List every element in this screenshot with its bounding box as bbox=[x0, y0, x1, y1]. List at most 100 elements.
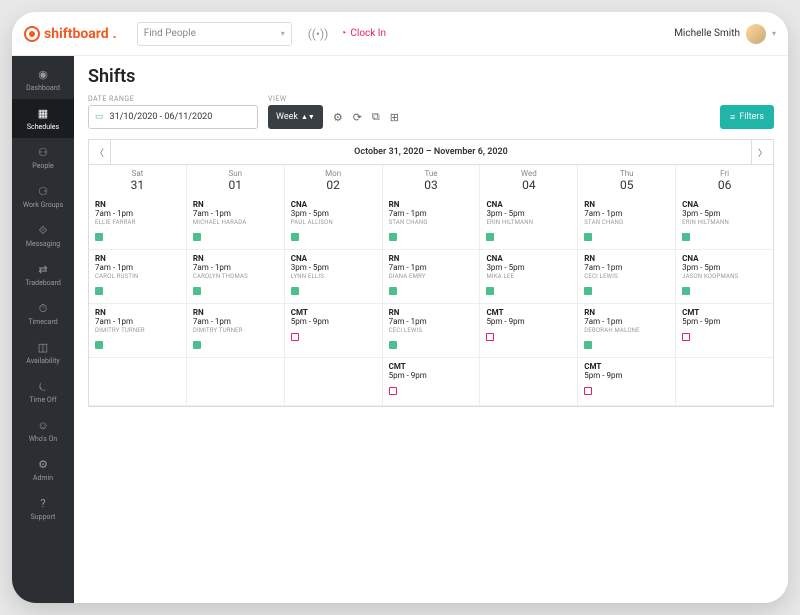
day-name: Thu bbox=[578, 169, 675, 178]
shift-cell[interactable]: CMT5pm - 9pm bbox=[285, 304, 383, 358]
status-badge bbox=[389, 341, 397, 349]
page-title: Shifts bbox=[88, 66, 774, 87]
shift-time: 5pm - 9pm bbox=[682, 317, 767, 326]
shift-cell[interactable]: CNA3pm - 5pmERIN HILTMANN bbox=[676, 196, 773, 250]
shift-cell[interactable]: RN7am - 1pmDIANA EMRY bbox=[383, 250, 481, 304]
shift-cell[interactable]: CMT5pm - 9pm bbox=[676, 304, 773, 358]
shift-time: 3pm - 5pm bbox=[291, 209, 376, 218]
shift-role: CMT bbox=[389, 362, 474, 371]
status-badge bbox=[486, 233, 494, 241]
shift-role: RN bbox=[95, 308, 180, 317]
filters-button[interactable]: ≡ Filters bbox=[720, 105, 774, 129]
nav-icon: ⏾ bbox=[36, 380, 50, 394]
day-name: Sun bbox=[187, 169, 284, 178]
sidebar-item-support[interactable]: ?Support bbox=[12, 489, 74, 528]
nav-icon: ⏱ bbox=[36, 302, 50, 316]
shift-cell[interactable]: CMT5pm - 9pm bbox=[480, 304, 578, 358]
shift-person: DEBORAH MALONE bbox=[584, 327, 669, 334]
shift-cell[interactable]: RN7am - 1pmDIMITRY TURNER bbox=[187, 304, 285, 358]
shift-person: DIMITRY TURNER bbox=[95, 327, 180, 334]
shift-cell[interactable]: RN7am - 1pmELLIE FARRAR bbox=[89, 196, 187, 250]
shift-cell[interactable]: RN7am - 1pmMICHAEL HARADA bbox=[187, 196, 285, 250]
grid-row: RN7am - 1pmELLIE FARRARRN7am - 1pmMICHAE… bbox=[89, 196, 773, 250]
sidebar-item-timecard[interactable]: ⏱Timecard bbox=[12, 294, 74, 333]
view-mode: Week bbox=[276, 112, 298, 122]
shift-cell[interactable]: RN7am - 1pmSTAN CHANG bbox=[578, 196, 676, 250]
nav-label: Tradeboard bbox=[25, 279, 61, 287]
sidebar-item-work-groups[interactable]: ⚆Work Groups bbox=[12, 177, 74, 216]
shift-time: 3pm - 5pm bbox=[682, 209, 767, 218]
nav-icon: ◉ bbox=[36, 68, 50, 82]
shift-cell bbox=[285, 358, 383, 406]
shift-cell bbox=[187, 358, 285, 406]
shift-role: RN bbox=[389, 200, 474, 209]
shift-time: 5pm - 9pm bbox=[291, 317, 376, 326]
sidebar-item-schedules[interactable]: ▦Schedules bbox=[12, 99, 74, 138]
refresh-icon[interactable]: ⟳ bbox=[353, 111, 362, 124]
sidebar-item-dashboard[interactable]: ◉Dashboard bbox=[12, 60, 74, 99]
day-column-header: Wed04 bbox=[480, 165, 578, 196]
day-column-header: Sat31 bbox=[89, 165, 187, 196]
shift-cell[interactable]: CMT5pm - 9pm bbox=[578, 358, 676, 406]
day-number: 05 bbox=[578, 178, 675, 192]
shift-person: CAROL RUSTIN bbox=[95, 273, 180, 280]
shift-time: 7am - 1pm bbox=[193, 317, 278, 326]
filters-label: Filters bbox=[739, 112, 764, 122]
logo[interactable]: shiftboard. bbox=[24, 26, 117, 42]
shift-person: DIMITRY TURNER bbox=[193, 327, 278, 334]
day-number: 02 bbox=[285, 178, 382, 192]
shift-time: 3pm - 5pm bbox=[486, 209, 571, 218]
nav-label: People bbox=[32, 162, 53, 170]
sidebar-item-who-s-on[interactable]: ☺Who's On bbox=[12, 411, 74, 450]
next-week-button[interactable]: 〉 bbox=[751, 140, 773, 164]
prev-week-button[interactable]: 〈 bbox=[89, 140, 111, 164]
shift-cell[interactable]: RN7am - 1pmDEBORAH MALONE bbox=[578, 304, 676, 358]
shift-cell[interactable]: RN7am - 1pmCAROL RUSTIN bbox=[89, 250, 187, 304]
calendar-icon: ▭ bbox=[95, 112, 104, 122]
shift-person: PAUL ALLISON bbox=[291, 219, 376, 226]
add-shift-icon[interactable]: ⊞ bbox=[390, 111, 399, 124]
sidebar-item-availability[interactable]: ◫Availability bbox=[12, 333, 74, 372]
shift-time: 5pm - 9pm bbox=[486, 317, 571, 326]
calendar-range: October 31, 2020 – November 6, 2020 bbox=[111, 147, 751, 157]
shift-cell[interactable]: RN7am - 1pmCECI LEWIS bbox=[578, 250, 676, 304]
shift-cell[interactable]: CNA3pm - 5pmLYNN ELLIS bbox=[285, 250, 383, 304]
sidebar-item-time-off[interactable]: ⏾Time Off bbox=[12, 372, 74, 411]
shift-person: LYNN ELLIS bbox=[291, 273, 376, 280]
shift-cell[interactable]: RN7am - 1pmDIMITRY TURNER bbox=[89, 304, 187, 358]
shift-cell[interactable]: CNA3pm - 5pmERIN HILTMANN bbox=[480, 196, 578, 250]
search-input[interactable]: Find People ▾ bbox=[137, 22, 292, 46]
date-range-input[interactable]: ▭ 31/10/2020 - 06/11/2020 bbox=[88, 105, 258, 129]
nav-icon: ☺ bbox=[36, 419, 50, 433]
shift-role: RN bbox=[389, 308, 474, 317]
view-selector[interactable]: Week ▲▼ bbox=[268, 105, 323, 129]
day-name: Tue bbox=[383, 169, 480, 178]
shift-cell[interactable]: RN7am - 1pmCAROLYN THOMAS bbox=[187, 250, 285, 304]
day-number: 04 bbox=[480, 178, 577, 192]
nav-icon: ? bbox=[36, 497, 50, 511]
shift-cell[interactable]: CNA3pm - 5pmJASON KOOPMANS bbox=[676, 250, 773, 304]
shift-person: JASON KOOPMANS bbox=[682, 273, 767, 280]
shift-cell[interactable]: CNA3pm - 5pmPAUL ALLISON bbox=[285, 196, 383, 250]
copy-icon[interactable]: ⧉ bbox=[372, 110, 380, 124]
shift-person: STAN CHANG bbox=[389, 219, 474, 226]
status-badge bbox=[682, 233, 690, 241]
broadcast-icon[interactable]: ((•)) bbox=[308, 27, 329, 41]
sidebar-item-messaging[interactable]: ⟐Messaging bbox=[12, 216, 74, 255]
user-menu[interactable]: Michelle Smith ▾ bbox=[674, 24, 776, 44]
brand-name: shiftboard bbox=[44, 26, 109, 42]
sidebar-item-tradeboard[interactable]: ⇄Tradeboard bbox=[12, 255, 74, 294]
status-badge bbox=[486, 333, 494, 341]
shift-cell[interactable]: RN7am - 1pmSTAN CHANG bbox=[383, 196, 481, 250]
day-number: 31 bbox=[89, 178, 186, 192]
clock-in-label: Clock In bbox=[350, 28, 386, 39]
shift-cell[interactable]: CMT5pm - 9pm bbox=[383, 358, 481, 406]
sidebar-item-people[interactable]: ⚇People bbox=[12, 138, 74, 177]
nav-label: Availability bbox=[26, 357, 59, 365]
shift-cell[interactable]: RN7am - 1pmCECI LEWIS bbox=[383, 304, 481, 358]
clock-in-button[interactable]: ◔ Clock In bbox=[340, 28, 386, 39]
shift-time: 5pm - 9pm bbox=[389, 371, 474, 380]
gear-icon[interactable]: ⚙ bbox=[333, 111, 343, 124]
shift-cell[interactable]: CNA3pm - 5pmMIKA LEE bbox=[480, 250, 578, 304]
sidebar-item-admin[interactable]: ⚙Admin bbox=[12, 450, 74, 489]
